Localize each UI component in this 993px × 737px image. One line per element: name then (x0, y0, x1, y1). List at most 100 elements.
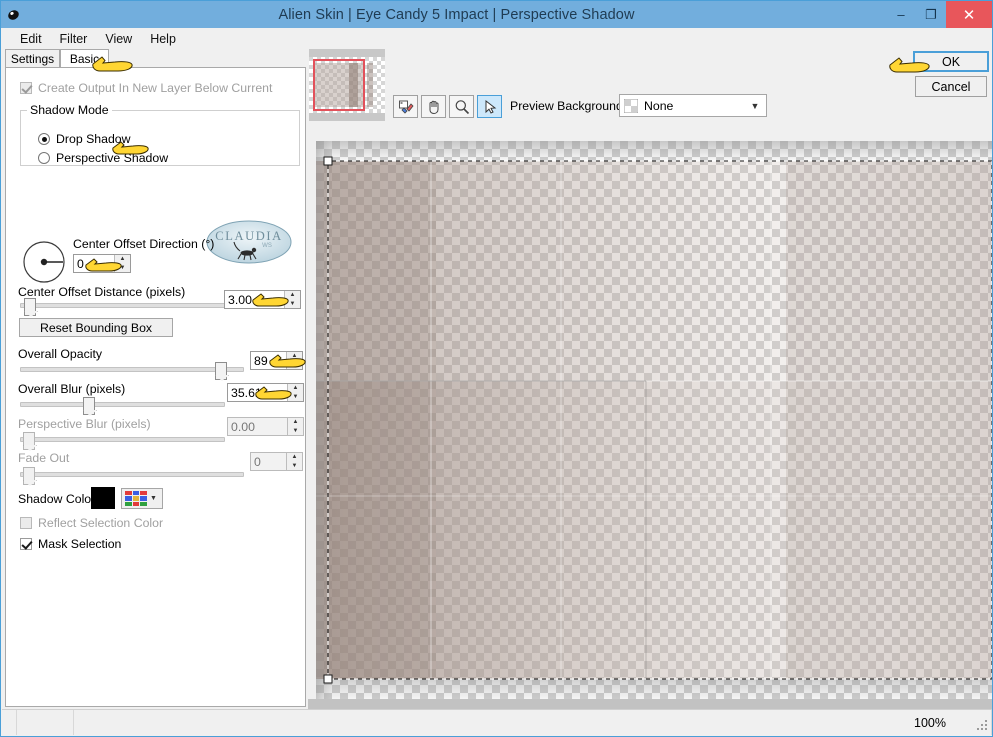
overall-opacity-slider[interactable] (20, 362, 244, 380)
status-cell-message (74, 710, 992, 735)
radio-perspective-shadow[interactable]: Perspective Shadow (38, 151, 168, 165)
overall-blur-spinner[interactable]: ▲ ▼ (287, 384, 303, 401)
status-cell-2 (17, 710, 74, 735)
preview-background-select[interactable]: None ▼ (619, 94, 767, 117)
center-offset-direction-input[interactable]: 0 ▲ ▼ (73, 254, 131, 273)
radio-drop-shadow[interactable]: Drop Shadow (38, 132, 131, 146)
title-bar: Alien Skin | Eye Candy 5 Impact | Perspe… (1, 1, 992, 28)
center-offset-distance-spinner[interactable]: ▲ ▼ (284, 291, 300, 308)
center-offset-direction-value: 0 (77, 256, 84, 271)
perspective-blur-input: 0.00 ▲ ▼ (227, 417, 304, 436)
spin-down-icon: ▼ (119, 264, 126, 271)
close-button[interactable]: ✕ (946, 1, 992, 28)
zoom-tool-button[interactable] (449, 95, 474, 118)
spin-down-icon: ▼ (289, 300, 296, 307)
center-offset-distance-slider[interactable] (20, 298, 225, 316)
magnifier-icon (455, 99, 469, 114)
preview-canvas[interactable] (316, 141, 992, 711)
direction-dial[interactable] (22, 240, 66, 287)
center-offset-distance-value: 3.00 (228, 292, 252, 307)
mouse-icon (1, 1, 27, 28)
ok-button[interactable]: OK (913, 51, 989, 72)
tab-settings[interactable]: Settings (5, 49, 60, 68)
overall-blur-label: Overall Blur (pixels) (18, 382, 126, 396)
mask-selection-row[interactable]: Mask Selection (20, 537, 121, 551)
perspective-blur-spinner: ▲ ▼ (287, 418, 303, 435)
overall-blur-thumb[interactable] (83, 397, 95, 415)
window-controls: – ❐ ✕ (886, 1, 992, 28)
svg-text:WS: WS (262, 243, 272, 249)
eyedropper-icon (398, 100, 414, 114)
mask-selection-checkbox (20, 538, 32, 550)
center-offset-distance-input[interactable]: 3.00 ▲ ▼ (224, 290, 301, 309)
reset-bounding-box-button[interactable]: Reset Bounding Box (19, 318, 173, 337)
spin-up-icon: ▲ (119, 256, 126, 263)
fade-out-spinner: ▲ ▼ (286, 453, 302, 470)
fade-out-slider (20, 467, 244, 485)
reflect-selection-color-row: Reflect Selection Color (20, 516, 163, 530)
chevron-down-icon: ▼ (750, 100, 760, 111)
overall-blur-slider[interactable] (20, 397, 225, 415)
minimize-button[interactable]: – (886, 1, 916, 28)
preview-canvas-image (316, 141, 992, 711)
chevron-down-icon: ▼ (150, 495, 157, 502)
menu-help[interactable]: Help (141, 30, 185, 48)
menu-bar: Edit Filter View Help (2, 28, 992, 49)
shadow-color-swatch[interactable] (91, 487, 115, 509)
menu-edit[interactable]: Edit (11, 30, 51, 48)
spin-down-icon: ▼ (292, 393, 299, 400)
overall-opacity-thumb[interactable] (215, 362, 227, 380)
drop-shadow-label: Drop Shadow (56, 132, 131, 146)
center-offset-direction-label: Center Offset Direction (°) (73, 237, 215, 251)
center-offset-distance-thumb[interactable] (24, 298, 36, 316)
preview-background-value: None (644, 98, 674, 113)
settings-panel: Settings Basic Create Output In New Laye… (4, 49, 307, 708)
resize-grip-icon[interactable] (977, 720, 989, 732)
navigator-thumbnail[interactable] (309, 49, 385, 121)
window-title: Alien Skin | Eye Candy 5 Impact | Perspe… (278, 6, 635, 23)
fade-out-input: 0 ▲ ▼ (250, 452, 303, 471)
perspective-blur-value: 0.00 (231, 419, 255, 434)
center-offset-direction-spinner[interactable]: ▲ ▼ (114, 255, 130, 272)
maximize-button[interactable]: ❐ (916, 1, 946, 28)
spin-down-icon: ▼ (291, 462, 298, 469)
reflect-selection-color-checkbox (20, 517, 32, 529)
create-output-checkbox-row[interactable]: Create Output In New Layer Below Current (20, 81, 272, 95)
menu-view[interactable]: View (96, 30, 141, 48)
eyedropper-tool-button[interactable] (393, 95, 418, 118)
color-grid-icon (125, 491, 147, 506)
overall-opacity-input[interactable]: 89 ▲ ▼ (250, 351, 303, 370)
mask-selection-label: Mask Selection (38, 537, 122, 551)
menu-filter[interactable]: Filter (51, 30, 97, 48)
fade-out-thumb (23, 467, 35, 485)
overall-opacity-label: Overall Opacity (18, 347, 103, 361)
hand-icon (429, 100, 438, 114)
preview-area: Preview Background: None ▼ OK Cancel (308, 49, 992, 711)
spin-up-icon: ▲ (291, 353, 298, 360)
center-offset-distance-label: Center Offset Distance (pixels) (18, 285, 186, 299)
create-output-checkbox (20, 82, 32, 94)
basic-tab-content: Create Output In New Layer Below Current… (5, 67, 306, 707)
cursor-arrow-icon (485, 99, 496, 114)
fade-out-value: 0 (254, 454, 261, 469)
cancel-button[interactable]: Cancel (915, 76, 987, 97)
overall-blur-input[interactable]: 35.61 ▲ ▼ (227, 383, 304, 402)
spin-up-icon: ▲ (292, 419, 299, 426)
color-palette-button[interactable]: ▼ (121, 488, 163, 509)
svg-text:CLAUDIA: CLAUDIA (215, 229, 282, 243)
tab-basic[interactable]: Basic (60, 49, 109, 69)
perspective-blur-thumb (23, 432, 35, 450)
overall-opacity-value: 89 (254, 353, 268, 368)
tab-strip: Settings Basic (4, 49, 307, 69)
arrow-tool-button[interactable] (477, 95, 502, 118)
shadow-color-label: Shadow Color (18, 492, 96, 506)
spin-up-icon: ▲ (289, 292, 296, 299)
spin-down-icon: ▼ (292, 427, 299, 434)
navigator-viewport-rect[interactable] (313, 59, 365, 111)
hand-tool-button[interactable] (421, 95, 446, 118)
perspective-shadow-radio-icon (38, 152, 50, 164)
spin-down-icon: ▼ (291, 361, 298, 368)
checker-swatch-icon (623, 98, 639, 113)
overall-opacity-spinner[interactable]: ▲ ▼ (286, 352, 302, 369)
drop-shadow-radio-icon (38, 133, 50, 145)
